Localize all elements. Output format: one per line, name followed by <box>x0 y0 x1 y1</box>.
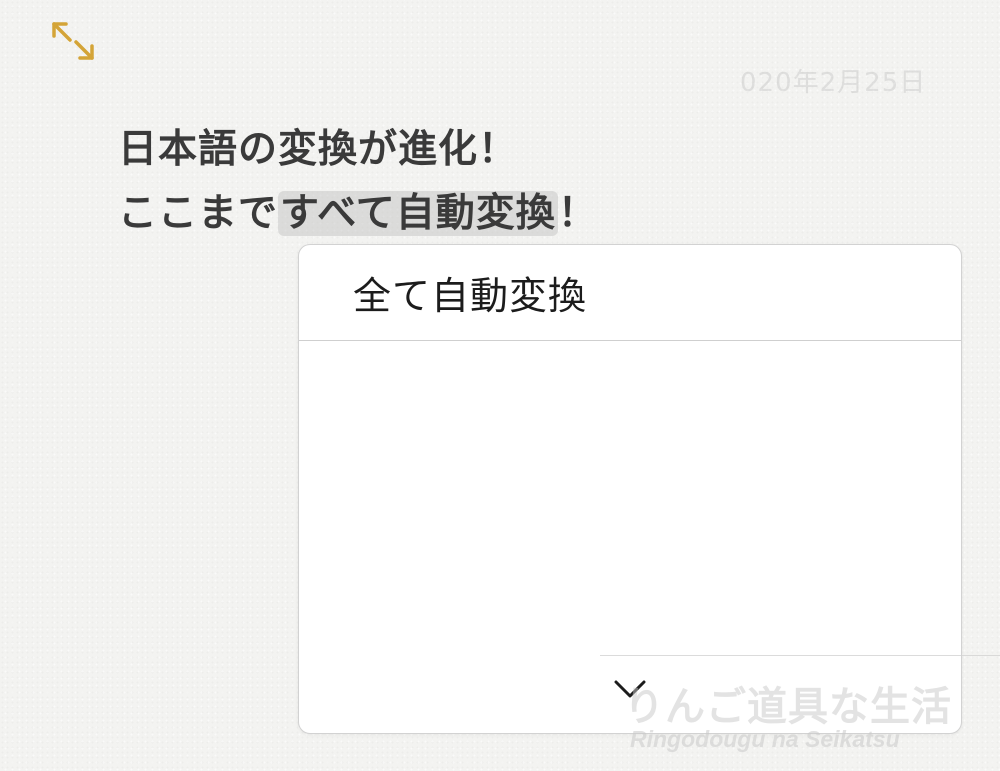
note-line-2-prefix: ここまで <box>118 191 279 236</box>
candidate-label: 全て自動変換 <box>353 274 588 318</box>
candidate-item[interactable]: 全て自動変換 <box>299 245 961 341</box>
note-date: 020年2月25日 <box>740 68 927 98</box>
note-body[interactable]: 日本語の変換が進化！ ここまですべて自動変換！ <box>118 118 878 246</box>
chevron-down-icon <box>614 680 646 698</box>
note-line-2-suffix: ！ <box>557 191 598 236</box>
note-line-1: 日本語の変換が進化！ <box>118 127 519 172</box>
marked-text: すべて自動変換 <box>278 191 558 236</box>
expand-candidates-button[interactable] <box>599 663 661 715</box>
conversion-candidate-panel: 全て自動変換 <box>298 244 962 734</box>
expand-arrows-icon[interactable] <box>46 16 100 66</box>
note-line-2: ここまですべて自動変換！ <box>118 182 878 246</box>
